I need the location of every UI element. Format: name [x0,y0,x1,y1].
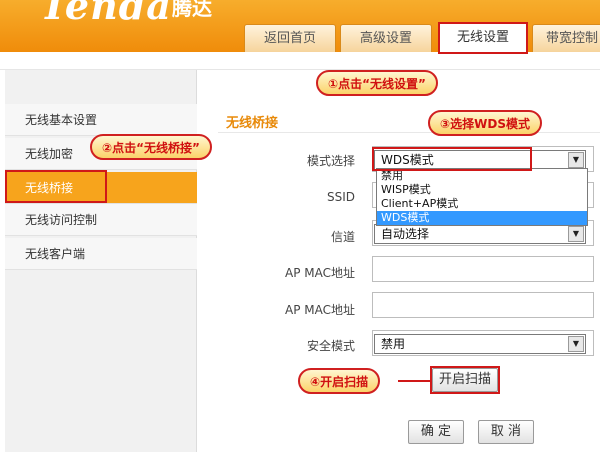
ssid-label: SSID [326,190,355,204]
section-divider [218,132,600,133]
annotation-step3: ③选择WDS模式 [428,110,543,136]
annotation-box-scan [430,366,500,394]
tab-home[interactable]: 返回首页 [244,24,336,52]
mode-option-client-ap[interactable]: Client+AP模式 [377,197,587,211]
sidebar-item-access-control[interactable]: 无线访问控制 [5,204,197,236]
tab-bandwidth[interactable]: 带宽控制 [532,24,600,52]
sidebar: 无线基本设置 无线加密 无线桥接 无线访问控制 无线客户端 [5,70,197,452]
security-select-value: 禁用 [381,337,406,351]
brand-name-cn: 腾达 [172,0,212,20]
annotation-box-wireless-tab [438,22,528,54]
mode-option-disabled[interactable]: 禁用 [377,169,587,183]
sidebar-item-basic[interactable]: 无线基本设置 [5,104,197,136]
mode-option-wisp[interactable]: WISP模式 [377,183,587,197]
security-select[interactable]: 禁用 ▼ [374,334,586,354]
annotation-box-bridge [5,170,107,203]
sub-bar [0,52,600,70]
chevron-down-icon[interactable]: ▼ [568,336,584,352]
mode-label: 模式选择 [306,154,355,168]
tab-advanced[interactable]: 高级设置 [340,24,432,52]
ap-mac-input-2[interactable] [372,292,594,318]
ap-mac-label-1: AP MAC地址 [285,266,355,280]
annotation-step1: ①点击“无线设置” [316,70,438,96]
security-label: 安全模式 [306,339,355,353]
cancel-button[interactable]: 取 消 [478,420,534,444]
annotation-step2: ②点击“无线桥接” [90,134,212,160]
mode-option-wds[interactable]: WDS模式 [377,211,587,225]
mode-dropdown-list: 禁用 WISP模式 Client+AP模式 WDS模式 [376,168,588,226]
channel-select[interactable]: 自动选择 ▼ [374,224,586,244]
brand-logo: Tenda [40,0,172,28]
ok-button[interactable]: 确 定 [408,420,464,444]
annotation-box-mode-select [372,147,532,171]
channel-label: 信道 [330,230,355,244]
chevron-down-icon[interactable]: ▼ [568,152,584,168]
ap-mac-input-1[interactable] [372,256,594,282]
section-title: 无线桥接 [226,116,279,131]
sidebar-item-client[interactable]: 无线客户端 [5,238,197,270]
chevron-down-icon[interactable]: ▼ [568,226,584,242]
annotation-arrow-scan [398,380,430,382]
channel-select-value: 自动选择 [381,227,430,241]
ap-mac-label-2: AP MAC地址 [285,303,355,317]
annotation-step4: ④开启扫描 [298,368,381,394]
